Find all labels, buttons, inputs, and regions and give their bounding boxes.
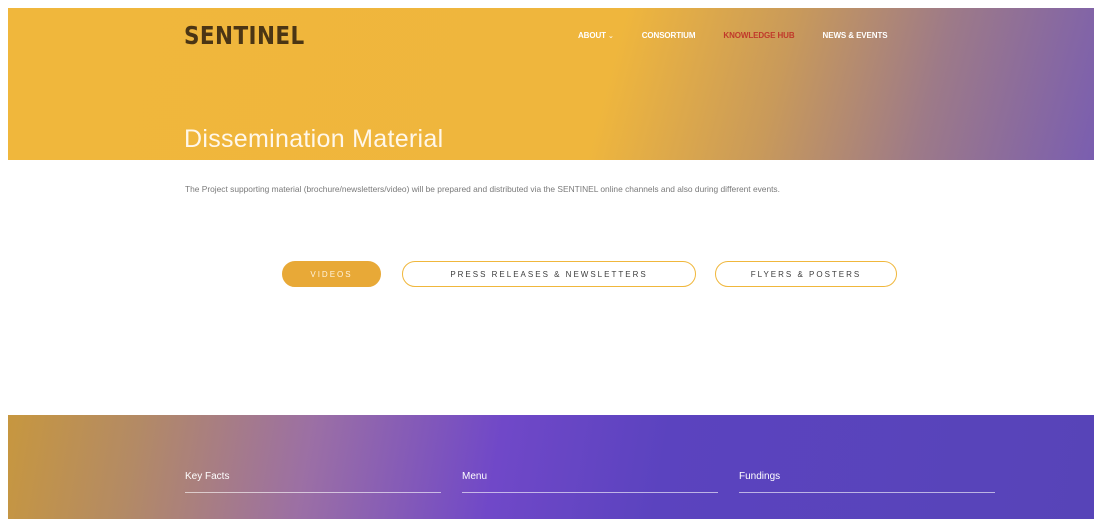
footer-heading: Key Facts [185, 471, 441, 493]
page-title: Dissemination Material [184, 125, 444, 153]
site-footer: Key Facts Menu Fundings [8, 415, 1094, 519]
nav-item-consortium[interactable]: CONSORTIUM [642, 31, 696, 40]
filter-press-releases-button[interactable]: PRESS RELEASES & NEWSLETTERS [402, 261, 696, 287]
chevron-down-icon: ⌄ [607, 33, 614, 40]
filter-videos-button[interactable]: VIDEOS [282, 261, 381, 287]
nav-item-news-events[interactable]: NEWS & EVENTS [823, 31, 888, 40]
nav-item-about[interactable]: ABOUT ⌄ [578, 31, 614, 40]
hero-header: SENTINEL ABOUT ⌄ CONSORTIUM KNOWLEDGE HUB… [8, 8, 1094, 160]
nav-item-knowledge-hub[interactable]: KNOWLEDGE HUB [723, 31, 794, 40]
footer-column-fundings: Fundings [739, 471, 995, 493]
page: SENTINEL ABOUT ⌄ CONSORTIUM KNOWLEDGE HUB… [0, 0, 1094, 519]
main-nav: ABOUT ⌄ CONSORTIUM KNOWLEDGE HUB NEWS & E… [578, 31, 915, 40]
footer-heading: Menu [462, 471, 718, 493]
footer-column-key-facts: Key Facts [185, 471, 441, 493]
filter-flyers-posters-button[interactable]: FLYERS & POSTERS [715, 261, 897, 287]
intro-text: The Project supporting material (brochur… [185, 184, 780, 194]
footer-heading: Fundings [739, 471, 995, 493]
site-logo[interactable]: SENTINEL [184, 21, 305, 50]
footer-column-menu: Menu [462, 471, 718, 493]
filter-tabs: VIDEOS PRESS RELEASES & NEWSLETTERS FLYE… [0, 261, 1094, 291]
nav-item-about-label: ABOUT [578, 31, 606, 40]
